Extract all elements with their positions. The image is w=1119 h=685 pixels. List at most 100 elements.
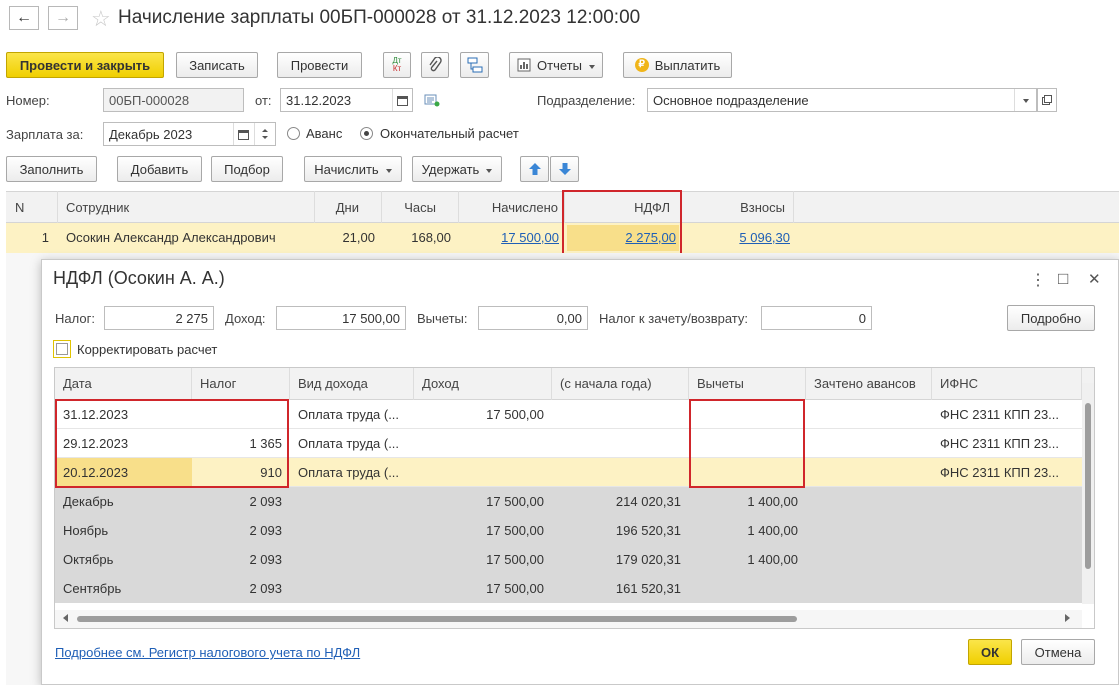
pick-button[interactable]: Подбор <box>211 156 283 182</box>
col-n[interactable]: N <box>6 191 58 223</box>
cell-ytd-income[interactable] <box>552 429 689 458</box>
col-advances[interactable]: Зачтено авансов <box>806 368 932 400</box>
cell-ytd-income[interactable]: 179 020,31 <box>552 545 689 574</box>
attach-button[interactable] <box>421 52 449 78</box>
cell-income[interactable]: 17 500,00 <box>414 545 552 574</box>
details-button[interactable]: Подробно <box>1007 305 1095 331</box>
ok-button[interactable]: ОК <box>968 639 1012 665</box>
vertical-scrollbar[interactable] <box>1082 383 1094 604</box>
withhold-button[interactable]: Удержать <box>412 156 502 182</box>
col-ifns[interactable]: ИФНС <box>932 368 1082 400</box>
income-field[interactable]: 17 500,00 <box>276 306 406 330</box>
close-icon[interactable]: ✕ <box>1088 270 1101 288</box>
row-employee[interactable]: Осокин Александр Александрович <box>66 230 276 245</box>
cell-income-type[interactable] <box>290 545 414 574</box>
spin-up-icon[interactable] <box>262 126 268 132</box>
col-hours[interactable]: Часы <box>382 191 459 223</box>
accrue-button[interactable]: Начислить <box>304 156 402 182</box>
number-edit-icon[interactable] <box>424 94 440 107</box>
row-accrued-link[interactable]: 17 500,00 <box>459 230 559 245</box>
tax-field[interactable]: 2 275 <box>104 306 214 330</box>
forward-button[interactable]: → <box>48 6 78 30</box>
deductions-field[interactable]: 0,00 <box>478 306 588 330</box>
row-contrib-link[interactable]: 5 096,30 <box>681 230 790 245</box>
cell-tax[interactable]: 2 093 <box>192 545 290 574</box>
division-field[interactable]: Основное подразделение <box>647 88 1037 112</box>
cell-ytd-income[interactable]: 161 520,31 <box>552 574 689 603</box>
cell-income[interactable]: 17 500,00 <box>414 487 552 516</box>
cell-income[interactable] <box>414 458 552 487</box>
move-down-button[interactable] <box>550 156 579 182</box>
cell-ifns[interactable] <box>932 516 1082 545</box>
scroll-left-icon[interactable] <box>59 614 68 622</box>
tax-register-link[interactable]: Подробнее см. Регистр налогового учета п… <box>55 645 360 660</box>
horizontal-scroll-thumb[interactable] <box>77 616 797 622</box>
add-button[interactable]: Добавить <box>117 156 202 182</box>
spin-down-icon[interactable] <box>262 136 268 142</box>
row-days[interactable]: 21,00 <box>315 230 375 245</box>
offset-field[interactable]: 0 <box>761 306 872 330</box>
fill-button[interactable]: Заполнить <box>6 156 97 182</box>
cell-advances[interactable] <box>806 400 932 429</box>
number-field[interactable]: 00БП-000028 <box>103 88 244 112</box>
col-income-type[interactable]: Вид дохода <box>290 368 414 400</box>
col-tax[interactable]: Налог <box>192 368 290 400</box>
final-calc-radio[interactable]: Окончательный расчет <box>360 126 519 141</box>
more-icon[interactable]: ⋮ <box>1030 270 1046 290</box>
cell-ytd-income[interactable] <box>552 458 689 487</box>
cell-advances[interactable] <box>806 429 932 458</box>
cell-advances[interactable] <box>806 458 932 487</box>
cell-date[interactable]: Октябрь <box>55 545 192 574</box>
cell-deductions[interactable]: 1 400,00 <box>689 545 806 574</box>
cell-ifns[interactable] <box>932 574 1082 603</box>
cell-ytd-income[interactable]: 196 520,31 <box>552 516 689 545</box>
col-employee[interactable]: Сотрудник <box>58 191 315 223</box>
advance-radio[interactable]: Аванс <box>287 126 342 141</box>
star-icon[interactable]: ☆ <box>91 6 111 32</box>
cell-ytd-income[interactable]: 214 020,31 <box>552 487 689 516</box>
scroll-right-icon[interactable] <box>1065 614 1074 622</box>
cell-tax[interactable]: 2 093 <box>192 574 290 603</box>
post-and-close-button[interactable]: Провести и закрыть <box>6 52 164 78</box>
vertical-scroll-thumb[interactable] <box>1085 403 1091 569</box>
cell-deductions[interactable] <box>689 574 806 603</box>
maximize-icon[interactable]: □ <box>1058 269 1068 289</box>
cell-ifns[interactable]: ФНС 2311 КПП 23... <box>932 458 1082 487</box>
period-spinner[interactable] <box>254 123 275 145</box>
cell-deductions[interactable]: 1 400,00 <box>689 487 806 516</box>
cell-income[interactable]: 17 500,00 <box>414 400 552 429</box>
cell-ifns[interactable] <box>932 487 1082 516</box>
structure-button[interactable] <box>460 52 489 78</box>
cell-date[interactable]: Сентябрь <box>55 574 192 603</box>
cell-income[interactable]: 17 500,00 <box>414 574 552 603</box>
cell-advances[interactable] <box>806 487 932 516</box>
calendar-button[interactable] <box>392 89 412 111</box>
cell-income-type[interactable] <box>290 574 414 603</box>
move-up-button[interactable] <box>520 156 549 182</box>
row-hours[interactable]: 168,00 <box>382 230 451 245</box>
save-button[interactable]: Записать <box>176 52 258 78</box>
cell-date[interactable]: Ноябрь <box>55 516 192 545</box>
col-contrib[interactable]: Взносы <box>681 191 794 223</box>
cell-income[interactable] <box>414 429 552 458</box>
horizontal-scrollbar[interactable] <box>55 610 1082 628</box>
cell-advances[interactable] <box>806 574 932 603</box>
cell-income-type[interactable] <box>290 487 414 516</box>
col-income[interactable]: Доход <box>414 368 552 400</box>
col-accrued[interactable]: Начислено <box>459 191 565 223</box>
division-dropdown-button[interactable] <box>1014 89 1036 111</box>
cell-income-type[interactable]: Оплата труда (... <box>290 429 414 458</box>
cell-ifns[interactable]: ФНС 2311 КПП 23... <box>932 400 1082 429</box>
period-calendar-button[interactable] <box>233 123 253 145</box>
pay-button[interactable]: ₽ Выплатить <box>623 52 732 78</box>
cell-tax[interactable]: 2 093 <box>192 487 290 516</box>
cell-income-type[interactable] <box>290 516 414 545</box>
cancel-button[interactable]: Отмена <box>1021 639 1095 665</box>
reports-button[interactable]: Отчеты <box>509 52 603 78</box>
cell-advances[interactable] <box>806 516 932 545</box>
cell-income[interactable]: 17 500,00 <box>414 516 552 545</box>
cell-ifns[interactable]: ФНС 2311 КПП 23... <box>932 429 1082 458</box>
cell-deductions[interactable]: 1 400,00 <box>689 516 806 545</box>
col-days[interactable]: Дни <box>315 191 382 223</box>
col-deductions[interactable]: Вычеты <box>689 368 806 400</box>
